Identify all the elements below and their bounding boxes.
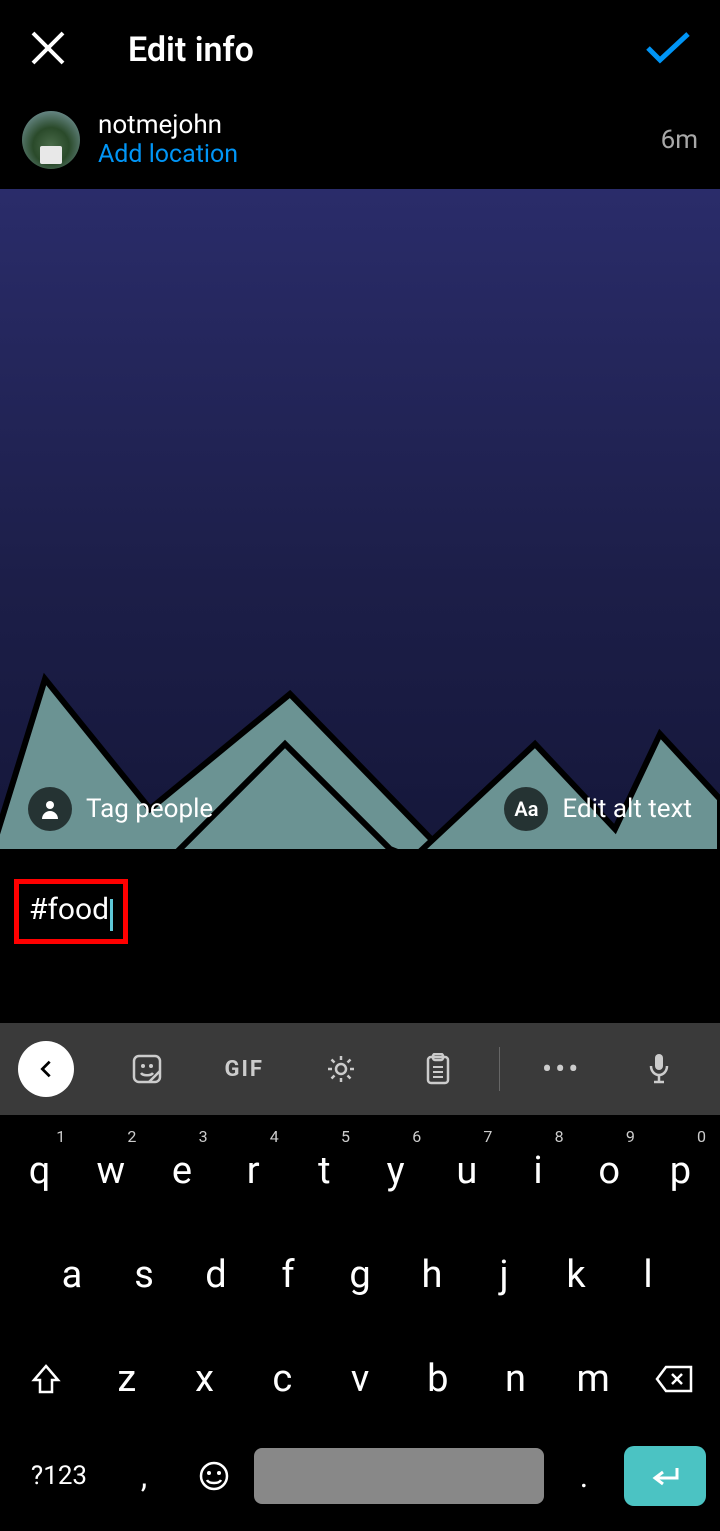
backspace-key[interactable] (634, 1337, 714, 1421)
key-t[interactable]: t5 (291, 1129, 358, 1213)
key-o[interactable]: o9 (576, 1129, 643, 1213)
gif-button[interactable]: GIF (201, 1057, 288, 1082)
avatar[interactable] (22, 111, 80, 169)
key-h[interactable]: h (398, 1233, 466, 1317)
keyboard-row-3: zxcvbnm (6, 1337, 714, 1421)
text-cursor (110, 899, 113, 931)
username-label: notmejohn (98, 110, 238, 140)
page-title: Edit info (128, 30, 254, 70)
space-key[interactable] (254, 1448, 544, 1504)
shift-key[interactable] (6, 1337, 86, 1421)
clipboard-icon[interactable] (394, 1053, 481, 1085)
close-icon[interactable] (28, 28, 68, 72)
toolbar-divider (499, 1047, 500, 1091)
key-q[interactable]: q1 (6, 1129, 73, 1213)
key-w[interactable]: w2 (77, 1129, 144, 1213)
key-n[interactable]: n (479, 1337, 553, 1421)
key-d[interactable]: d (182, 1233, 250, 1317)
key-r[interactable]: r4 (220, 1129, 287, 1213)
key-b[interactable]: b (401, 1337, 475, 1421)
key-z[interactable]: z (90, 1337, 164, 1421)
key-a[interactable]: a (38, 1233, 106, 1317)
key-p[interactable]: p0 (647, 1129, 714, 1213)
caption-input[interactable]: #food (29, 892, 109, 927)
key-s[interactable]: s (110, 1233, 178, 1317)
key-f[interactable]: f (254, 1233, 322, 1317)
more-icon[interactable]: ••• (518, 1052, 605, 1087)
key-y[interactable]: y6 (362, 1129, 429, 1213)
key-l[interactable]: l (614, 1233, 682, 1317)
caption-area: #food (0, 849, 720, 974)
key-x[interactable]: x (168, 1337, 242, 1421)
mic-icon[interactable] (615, 1052, 702, 1086)
sticker-icon[interactable] (104, 1053, 191, 1085)
gear-icon[interactable] (298, 1054, 385, 1084)
key-m[interactable]: m (556, 1337, 630, 1421)
caption-highlight-box: #food (14, 879, 128, 944)
user-info-row: notmejohn Add location 6m (0, 100, 720, 189)
comma-key[interactable]: , (114, 1441, 174, 1511)
tag-people-button[interactable]: Tag people (28, 787, 213, 831)
aa-icon: Aa (504, 787, 548, 831)
person-icon (28, 787, 72, 831)
period-key[interactable]: . (554, 1441, 614, 1511)
keyboard-toolbar: GIF ••• (0, 1023, 720, 1115)
post-image[interactable]: Tag people Aa Edit alt text (0, 189, 720, 849)
key-g[interactable]: g (326, 1233, 394, 1317)
key-j[interactable]: j (470, 1233, 538, 1317)
edit-alt-label: Edit alt text (562, 794, 692, 824)
chevron-left-icon[interactable] (18, 1041, 74, 1097)
confirm-check-icon[interactable] (644, 30, 692, 70)
keyboard-row-1: q1w2e3r4t5y6u7i8o9p0 (6, 1129, 714, 1213)
soft-keyboard: GIF ••• q1w2e3r4t5y6u7i8o9p0 asdfghjkl z… (0, 1023, 720, 1531)
tag-people-label: Tag people (86, 794, 213, 824)
header-bar: Edit info (0, 0, 720, 100)
key-e[interactable]: e3 (148, 1129, 215, 1213)
add-location-link[interactable]: Add location (98, 140, 238, 169)
edit-alt-text-button[interactable]: Aa Edit alt text (504, 787, 692, 831)
numeric-mode-key[interactable]: ?123 (14, 1441, 104, 1511)
emoji-key[interactable] (184, 1441, 244, 1511)
keyboard-row-4: ?123 , . (6, 1441, 714, 1511)
enter-key[interactable] (624, 1446, 706, 1506)
key-c[interactable]: c (245, 1337, 319, 1421)
key-v[interactable]: v (323, 1337, 397, 1421)
key-i[interactable]: i8 (504, 1129, 571, 1213)
key-k[interactable]: k (542, 1233, 610, 1317)
keyboard-row-2: asdfghjkl (6, 1233, 714, 1317)
post-timestamp: 6m (661, 125, 698, 155)
key-u[interactable]: u7 (433, 1129, 500, 1213)
